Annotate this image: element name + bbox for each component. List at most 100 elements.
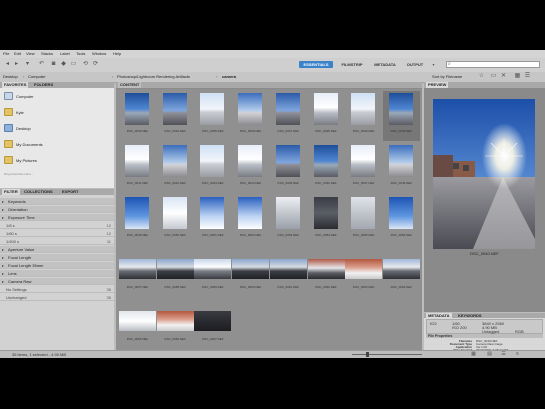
filter-category[interactable]: ▸ Lens xyxy=(0,270,114,277)
back-icon[interactable]: ◂ xyxy=(4,61,11,68)
forward-icon[interactable]: ▸ xyxy=(13,61,20,68)
breadcrumb-computer[interactable]: Computer xyxy=(28,74,46,79)
thumbnail-cell[interactable]: DSC_0051.NEF xyxy=(194,195,231,245)
thumbnail-cell[interactable]: DSC_0034.NEF xyxy=(157,91,194,141)
thumbnail-image[interactable] xyxy=(382,259,420,279)
thumbnail-cell[interactable]: DSC_0033.NEF xyxy=(119,91,156,141)
filter-category[interactable]: ▸ Camera Raw xyxy=(0,278,114,285)
menu-window[interactable]: Window xyxy=(92,51,106,56)
thumbnail-cell[interactable]: DSC_0055.NEF xyxy=(345,195,382,245)
delete-icon[interactable]: ✕ xyxy=(500,73,507,80)
thumbnail-cell[interactable]: DSC_0042.NEF xyxy=(157,143,194,193)
file-properties-header[interactable]: File Properties xyxy=(426,334,543,338)
expand-triangle-icon[interactable]: ▸ xyxy=(2,271,4,276)
thumbnail-cell[interactable]: DSC_0061.NEF xyxy=(269,247,307,297)
favorite-item[interactable]: My Pictures xyxy=(4,154,110,168)
thumbnail-cell[interactable]: DSC_0053.NEF xyxy=(270,195,307,245)
thumbnail-image[interactable] xyxy=(119,311,156,331)
thumbnail-image[interactable] xyxy=(238,145,263,177)
breadcrumb-folder[interactable]: Photoshop/Lightroom Rendering Artifacts xyxy=(117,74,190,79)
thumbnail-image[interactable] xyxy=(269,259,307,279)
thumbnail-image[interactable] xyxy=(313,93,338,125)
view-details-icon[interactable]: ☰ xyxy=(500,351,507,357)
thumbnail-image[interactable] xyxy=(200,145,225,177)
filter-option[interactable]: Unchanged 35 xyxy=(0,294,114,301)
thumbnail-cell[interactable]: DSC_0052.NEF xyxy=(232,195,269,245)
thumbnail-image[interactable] xyxy=(351,197,376,229)
expand-triangle-icon[interactable]: ▸ xyxy=(2,207,4,212)
list-view-icon[interactable]: ☰ xyxy=(524,73,531,80)
thumbnail-cell[interactable]: DSC_0047.NEF xyxy=(345,143,382,193)
workspace-metadata[interactable]: METADATA xyxy=(370,61,400,68)
rotate-left-icon[interactable]: ⟲ xyxy=(82,61,89,68)
favorite-item[interactable]: Desktop xyxy=(4,122,110,136)
thumbnail-image[interactable] xyxy=(351,93,376,125)
slider-handle[interactable] xyxy=(366,352,369,357)
thumbnail-cell[interactable]: DSC_0039.NEF xyxy=(345,91,382,141)
thumbnail-cell[interactable]: DSC_0058.NEF xyxy=(156,247,194,297)
menu-tools[interactable]: Tools xyxy=(76,51,85,56)
thumbnail-image[interactable] xyxy=(156,259,194,279)
grid-view-icon[interactable]: ▦ xyxy=(514,73,521,80)
thumbnail-image[interactable] xyxy=(200,197,225,229)
filter-category[interactable]: ▸ Orientation xyxy=(0,206,114,213)
thumbnail-image[interactable] xyxy=(238,197,263,229)
thumbnail-cell[interactable]: DSC_0050.NEF xyxy=(157,195,194,245)
thumbnail-cell[interactable]: DSC_0060.NEF xyxy=(232,247,270,297)
thumbnail-cell[interactable]: DSC_0059.NEF xyxy=(194,247,232,297)
thumbnail-cell[interactable]: DSC_0043.NEF xyxy=(194,143,231,193)
grid-lock-icon[interactable]: ▦ xyxy=(470,351,477,357)
camera-icon[interactable]: ◙ xyxy=(50,61,57,68)
thumbnail-cell[interactable]: DSC_0057.NEF xyxy=(119,247,156,297)
sort-dropdown[interactable]: Sort by Filename xyxy=(432,74,462,79)
expand-triangle-icon[interactable]: ▸ xyxy=(2,215,4,220)
favorite-item[interactable]: Kyle xyxy=(4,106,110,120)
thumbnail-image[interactable] xyxy=(194,259,232,279)
thumbnail-image[interactable] xyxy=(194,311,232,331)
thumbnail-image[interactable] xyxy=(119,259,156,279)
workspace-filmstrip[interactable]: FILMSTRIP xyxy=(337,61,367,68)
thumbnail-image[interactable] xyxy=(275,145,300,177)
thumbnail-image[interactable] xyxy=(275,93,300,125)
filter-category[interactable]: ▸ Focal Length xyxy=(0,254,114,261)
thumbnail-size-slider[interactable] xyxy=(352,354,422,355)
breadcrumb-current[interactable]: camera xyxy=(222,74,236,79)
breadcrumb-desktop[interactable]: Desktop xyxy=(3,74,18,79)
thumbnail-image[interactable] xyxy=(388,145,413,177)
workspace-menu-icon[interactable]: ▾ xyxy=(430,61,437,68)
expand-triangle-icon[interactable]: ▸ xyxy=(2,263,4,268)
thumbnail-cell[interactable]: DSC_0048.NEF xyxy=(383,143,420,193)
thumbnail-cell[interactable]: DSC_0038.NEF xyxy=(308,91,345,141)
menu-edit[interactable]: Edit xyxy=(14,51,21,56)
thumbnail-image[interactable] xyxy=(275,197,300,229)
thumbnail-cell[interactable]: DSC_0041.NEF xyxy=(119,143,156,193)
new-folder-icon[interactable]: ▭ xyxy=(490,73,497,80)
thumbnail-image[interactable] xyxy=(238,93,263,125)
thumbnail-cell[interactable]: DSC_0036.NEF xyxy=(232,91,269,141)
thumbnail-image[interactable] xyxy=(125,145,149,177)
filter-category[interactable]: ▸ Exposure Time xyxy=(0,214,114,221)
star-filter-icon[interactable]: ☆ xyxy=(478,73,485,80)
history-icon[interactable]: ▾ xyxy=(24,61,31,68)
thumbnail-cell[interactable]: DSC_0040.NEF xyxy=(382,91,420,141)
expand-triangle-icon[interactable]: ▸ xyxy=(2,199,4,204)
thumbnail-image[interactable] xyxy=(345,259,383,279)
thumbnail-image[interactable] xyxy=(388,93,413,125)
filter-category[interactable]: ▸ Aperture Value xyxy=(0,246,114,253)
filter-option[interactable]: 1/8 s 12 xyxy=(0,222,114,229)
menu-file[interactable]: File xyxy=(3,51,9,56)
workspace-output[interactable]: OUTPUT xyxy=(403,61,427,68)
thumbnail-image[interactable] xyxy=(388,197,413,229)
thumbnail-image[interactable] xyxy=(162,145,187,177)
thumbnail-cell[interactable]: DSC_0046.NEF xyxy=(308,143,345,193)
thumbnail-image[interactable] xyxy=(313,145,338,177)
thumbnail-cell[interactable]: DSC_0065.NEF xyxy=(119,299,156,349)
view-thumbnail-icon[interactable]: ▤ xyxy=(486,351,493,357)
thumbnail-cell[interactable]: DSC_0062.NEF xyxy=(307,247,345,297)
favorite-item[interactable]: Computer xyxy=(4,90,110,104)
filter-option[interactable]: 1/400 s 11 xyxy=(0,238,114,245)
refine-icon[interactable]: ◆ xyxy=(60,61,67,68)
rotate-right-icon[interactable]: ⟳ xyxy=(92,61,99,68)
thumbnail-image[interactable] xyxy=(125,197,149,229)
thumbnail-cell[interactable]: DSC_0056.NEF xyxy=(383,195,420,245)
